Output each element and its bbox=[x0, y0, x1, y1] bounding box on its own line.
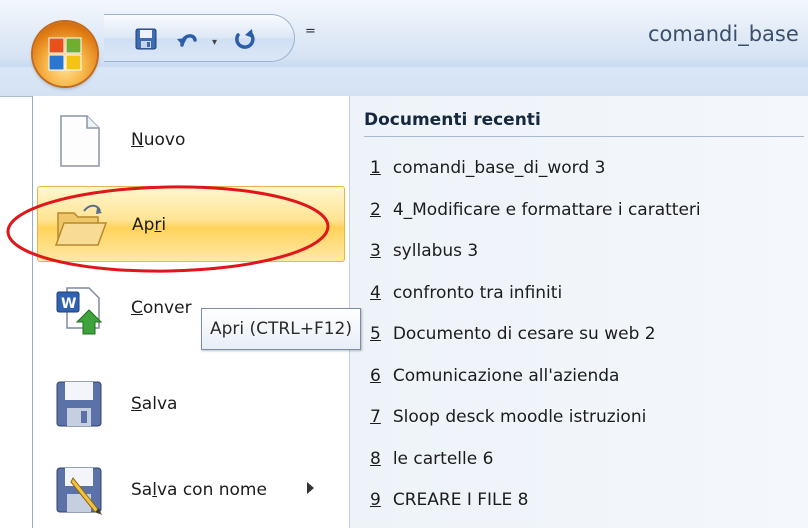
save-as-icon bbox=[56, 467, 103, 515]
undo-dropdown-icon[interactable]: ▾ bbox=[212, 37, 217, 48]
recent-document-item[interactable]: 7 Sloop desck moodle istruzioni bbox=[370, 407, 701, 449]
open-folder-icon bbox=[54, 204, 108, 246]
new-document-icon bbox=[60, 115, 100, 167]
office-menu: Nuovo Apri W Conver Salva Salva con nome… bbox=[32, 96, 808, 528]
recent-document-item[interactable]: 2 4_Modificare e formattare i caratteri bbox=[370, 200, 701, 242]
title-bar: ▾ = comandi_base bbox=[0, 0, 808, 97]
recent-document-item[interactable]: 3 syllabus 3 bbox=[370, 241, 701, 283]
quick-access-toolbar: ▾ bbox=[104, 14, 295, 62]
menu-item-label: Salva con nome bbox=[131, 480, 267, 500]
convert-icon: W bbox=[56, 287, 103, 335]
customize-qat-icon[interactable]: = bbox=[305, 24, 316, 39]
recent-documents-header: Documenti recenti bbox=[364, 110, 804, 137]
menu-item-label: Apri bbox=[132, 215, 167, 235]
menu-item-nuovo[interactable]: Nuovo bbox=[37, 102, 345, 178]
recent-document-item[interactable]: 4 confronto tra infiniti bbox=[370, 283, 701, 325]
recent-documents-list: 1 comandi_base_di_word 3 2 4_Modificare e … bbox=[370, 158, 701, 532]
recent-document-item[interactable]: 6 Comunicazione all'azienda bbox=[370, 366, 701, 408]
submenu-arrow-icon bbox=[307, 482, 314, 494]
recent-document-item[interactable]: 5 Documento di cesare su web 2 bbox=[370, 324, 701, 366]
office-button[interactable] bbox=[33, 22, 97, 86]
menu-item-salva-con-nome[interactable]: Salva con nome bbox=[37, 452, 345, 528]
undo-icon[interactable] bbox=[176, 27, 200, 51]
menu-item-salva[interactable]: Salva bbox=[37, 366, 345, 442]
save-icon bbox=[56, 381, 102, 427]
office-logo-icon bbox=[48, 37, 82, 71]
menu-item-label: Salva bbox=[131, 394, 178, 414]
recent-document-item[interactable]: 8 le cartelle 6 bbox=[370, 449, 701, 491]
recent-document-item[interactable]: 1 comandi_base_di_word 3 bbox=[370, 158, 701, 200]
menu-item-label: Nuovo bbox=[131, 130, 186, 150]
tooltip: Apri (CTRL+F12) bbox=[201, 308, 361, 350]
recent-document-item[interactable]: 9 CREARE I FILE 8 bbox=[370, 490, 701, 532]
recent-documents-pane: Documenti recenti 1 comandi_base_di_word … bbox=[350, 96, 808, 528]
menu-item-apri[interactable]: Apri bbox=[37, 186, 345, 262]
redo-icon[interactable] bbox=[232, 27, 256, 51]
svg-text:W: W bbox=[61, 296, 76, 312]
save-icon[interactable] bbox=[134, 27, 158, 51]
window-title: comandi_base bbox=[648, 22, 799, 46]
menu-item-label: Conver bbox=[131, 298, 192, 318]
